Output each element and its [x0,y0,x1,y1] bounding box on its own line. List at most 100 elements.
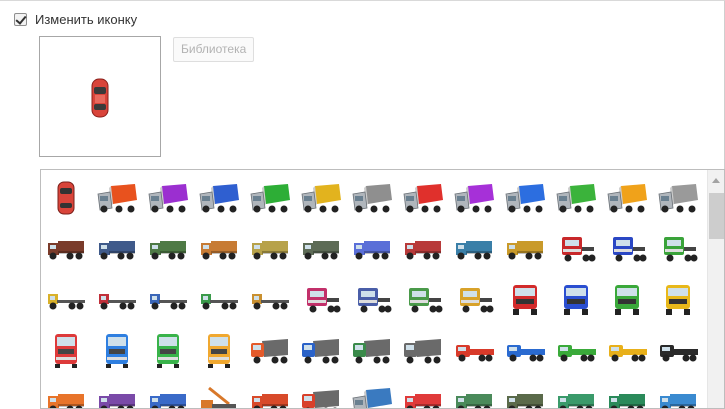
icon-option[interactable] [42,326,90,376]
icon-option[interactable] [501,275,549,325]
truck-icon [95,180,139,216]
icon-option[interactable] [654,173,702,223]
icon-option[interactable] [195,275,243,325]
icon-option[interactable] [42,377,90,409]
icon-option[interactable] [246,173,294,223]
icon-option[interactable] [144,377,192,409]
icon-option[interactable] [501,326,549,376]
library-button[interactable]: Библиотека [173,37,254,62]
icon-option[interactable] [603,377,651,409]
icon-option[interactable] [195,224,243,274]
truck-icon [197,384,241,409]
icon-option[interactable] [552,377,600,409]
truck-icon [656,333,700,369]
icon-option[interactable] [654,275,702,325]
icon-option[interactable] [93,224,141,274]
truck-icon [44,384,88,409]
icon-option[interactable] [501,173,549,223]
icon-option[interactable] [399,275,447,325]
icon-option[interactable] [450,173,498,223]
truck-icon [248,384,292,409]
truck-icon [452,231,496,267]
icon-option[interactable] [246,275,294,325]
truck-icon [350,180,394,216]
icon-option[interactable] [144,275,192,325]
icon-option[interactable] [348,326,396,376]
change-icon-row[interactable]: Изменить иконку [14,12,137,27]
icon-option[interactable] [603,173,651,223]
icon-option[interactable] [603,275,651,325]
change-icon-checkbox[interactable] [14,13,27,26]
icon-option[interactable] [399,326,447,376]
icon-option[interactable] [246,326,294,376]
icon-option[interactable] [93,326,141,376]
icon-option[interactable] [42,275,90,325]
icon-option[interactable] [399,224,447,274]
icon-option[interactable] [195,173,243,223]
icon-option[interactable] [399,173,447,223]
icon-option[interactable] [348,224,396,274]
truck-icon [554,231,598,267]
icon-option[interactable] [144,224,192,274]
icon-option[interactable] [297,275,345,325]
icon-option[interactable] [195,377,243,409]
icon-option[interactable] [93,275,141,325]
icon-option[interactable] [297,224,345,274]
icon-option[interactable] [297,377,345,409]
truck-icon [299,333,343,369]
truck-icon [401,333,445,369]
icon-option[interactable] [42,173,90,223]
change-icon-label[interactable]: Изменить иконку [35,12,137,27]
icon-option[interactable] [603,224,651,274]
truck-icon [95,231,139,267]
truck-icon [44,282,88,318]
icon-option[interactable] [348,377,396,409]
icon-option[interactable] [552,275,600,325]
icon-option[interactable] [552,224,600,274]
icon-option[interactable] [552,326,600,376]
icon-option[interactable] [654,377,702,409]
truck-icon [452,282,496,318]
icon-option[interactable] [654,326,702,376]
truck-icon [452,384,496,409]
icon-option[interactable] [603,326,651,376]
truck-icon [605,282,649,318]
icon-option[interactable] [501,377,549,409]
truck-icon [452,180,496,216]
scrollbar-thumb[interactable] [709,193,724,239]
icon-option[interactable] [297,173,345,223]
truck-icon [503,384,547,409]
icon-option[interactable] [501,224,549,274]
gallery-scrollbar[interactable] [707,170,724,409]
truck-icon [605,231,649,267]
icon-option[interactable] [450,224,498,274]
icon-option[interactable] [297,326,345,376]
truck-icon [95,333,139,369]
icon-option[interactable] [246,224,294,274]
icon-option[interactable] [450,377,498,409]
icon-option[interactable] [93,377,141,409]
icon-option[interactable] [348,275,396,325]
icon-option[interactable] [399,377,447,409]
truck-icon [146,282,190,318]
icon-option[interactable] [348,173,396,223]
icon-option[interactable] [450,275,498,325]
truck-icon [554,282,598,318]
icon-option[interactable] [195,326,243,376]
truck-icon [248,282,292,318]
truck-icon [350,282,394,318]
truck-icon [299,384,343,409]
icon-option[interactable] [144,326,192,376]
truck-icon [146,333,190,369]
icon-option[interactable] [450,326,498,376]
icon-option[interactable] [93,173,141,223]
icon-option[interactable] [654,224,702,274]
scroll-up-icon[interactable] [712,178,720,183]
icon-option[interactable] [246,377,294,409]
truck-icon [197,333,241,369]
icon-option[interactable] [144,173,192,223]
icon-gallery [40,169,725,409]
icon-option[interactable] [552,173,600,223]
truck-icon [503,282,547,318]
icon-option[interactable] [42,224,90,274]
